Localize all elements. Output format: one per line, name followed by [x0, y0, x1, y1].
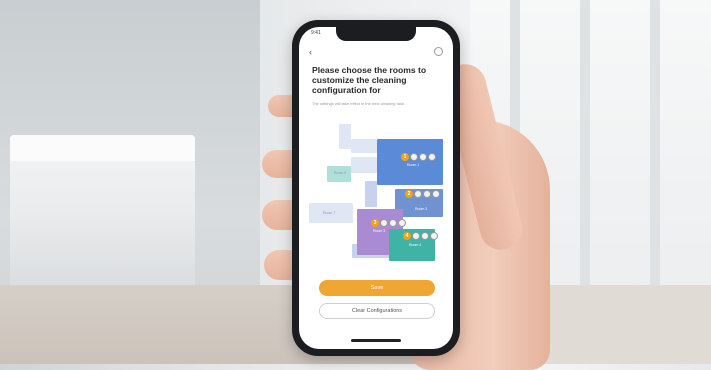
suction-icon: [414, 190, 422, 198]
room-tile-1[interactable]: Room 1: [377, 139, 443, 185]
room-label: Room 1: [407, 163, 420, 167]
save-button[interactable]: Save: [319, 280, 435, 296]
page-title: Please choose the rooms to customize the…: [312, 65, 427, 95]
window-blind: [580, 0, 590, 300]
page-subtitle: The settings will take effect in the nex…: [312, 101, 404, 106]
window-blind: [650, 0, 660, 300]
suction-icon: [380, 219, 388, 227]
times-icon: [398, 219, 406, 227]
times-icon: [428, 153, 436, 161]
room-badge: 3: [371, 219, 406, 227]
suction-icon: [412, 232, 420, 240]
room-label: Room 3: [373, 229, 386, 233]
room-label: Room 5: [334, 171, 347, 175]
room-tile[interactable]: [351, 139, 377, 153]
water-icon: [389, 219, 397, 227]
room-map: Room 5 Room 7 Room 6 Room 1 1 Room 2 2: [307, 119, 447, 269]
water-icon: [421, 232, 429, 240]
clear-configurations-button[interactable]: Clear Configurations: [319, 303, 435, 319]
background-bench-top: [10, 135, 195, 161]
water-icon: [419, 153, 427, 161]
room-label: Room 7: [323, 211, 336, 215]
room-order-badge: 1: [401, 153, 409, 161]
phone-notch: [336, 27, 416, 41]
status-time: 9:41: [311, 30, 321, 36]
settings-icon[interactable]: [434, 47, 443, 56]
room-order-badge: 2: [405, 190, 413, 198]
times-icon: [430, 232, 438, 240]
room-label: Room 2: [415, 207, 428, 211]
room-label: Room 4: [409, 243, 422, 247]
home-indicator: [351, 339, 401, 342]
room-badge: 1: [401, 153, 436, 161]
times-icon: [432, 190, 440, 198]
water-icon: [423, 190, 431, 198]
suction-icon: [410, 153, 418, 161]
back-arrow-icon[interactable]: ‹: [309, 47, 312, 57]
room-tile[interactable]: [351, 157, 377, 173]
room-badge: 4: [403, 232, 438, 240]
room-tile[interactable]: [365, 181, 377, 207]
room-tile[interactable]: Room 5: [327, 166, 351, 182]
room-tile[interactable]: Room 7: [309, 203, 353, 223]
phone-screen: 9:41 ‹ Please choose the rooms to custom…: [299, 27, 453, 349]
room-order-badge: 3: [371, 219, 379, 227]
room-badge: 2: [405, 190, 440, 198]
room-tile[interactable]: [339, 124, 351, 149]
room-order-badge: 4: [403, 232, 411, 240]
